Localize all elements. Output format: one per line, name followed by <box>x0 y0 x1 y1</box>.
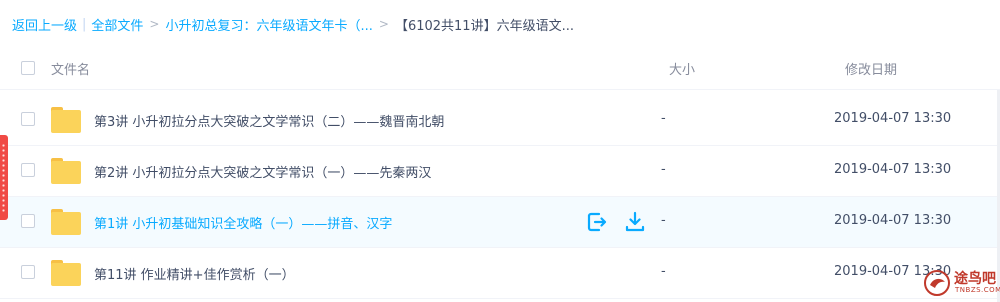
file-name[interactable]: 第11讲 作业精讲+佳作赏析（一） <box>94 264 295 283</box>
file-name[interactable]: 第2讲 小升初拉分点大突破之文学常识（一）——先秦两汉 <box>94 162 431 181</box>
table-row[interactable]: 第2讲 小升初拉分点大突破之文学常识（一）——先秦两汉 - 2019-04-07… <box>0 146 1000 197</box>
table-row[interactable]: 第1讲 小升初基础知识全攻略（一）——拼音、汉字 - 2019-04-07 13… <box>0 197 1000 248</box>
row-checkbox[interactable] <box>21 214 35 228</box>
all-files-link[interactable]: 全部文件 <box>91 15 143 34</box>
file-list: 第3讲 小升初拉分点大突破之文学常识（二）——魏晋南北朝 - 2019-04-0… <box>0 95 1000 299</box>
folder-icon <box>51 209 81 235</box>
column-header-size[interactable]: 大小 <box>669 59 695 78</box>
folder-icon <box>51 158 81 184</box>
side-feedback-tab[interactable] <box>0 135 8 220</box>
folder-icon <box>51 107 81 133</box>
file-date: 2019-04-07 13:30 <box>834 213 952 228</box>
bird-logo-icon <box>924 270 950 296</box>
file-size: - <box>661 162 666 177</box>
table-row[interactable]: 第3讲 小升初拉分点大突破之文学常识（二）——魏晋南北朝 - 2019-04-0… <box>0 95 1000 146</box>
download-icon[interactable] <box>624 211 646 233</box>
row-checkbox[interactable] <box>21 112 35 126</box>
watermark-text: 途鸟吧 <box>954 271 996 287</box>
table-row[interactable]: 第11讲 作业精讲+佳作赏析（一） - 2019-04-07 13:30 <box>0 248 1000 299</box>
file-size: - <box>661 111 666 126</box>
file-name[interactable]: 第3讲 小升初拉分点大突破之文学常识（二）——魏晋南北朝 <box>94 111 444 130</box>
column-header-date[interactable]: 修改日期 <box>845 59 897 78</box>
back-link[interactable]: 返回上一级 <box>12 15 77 34</box>
watermark: 途鸟吧 TNBZS.COM <box>922 264 1000 300</box>
folder-icon <box>51 260 81 286</box>
chevron-right-icon: > <box>149 17 160 31</box>
breadcrumb: 返回上一级 | 全部文件 > 小升初总复习：六年级语文年卡（... > 【610… <box>12 14 574 34</box>
file-size: - <box>661 213 666 228</box>
watermark-subtext: TNBZS.COM <box>955 286 1000 294</box>
file-name[interactable]: 第1讲 小升初基础知识全攻略（一）——拼音、汉字 <box>94 213 392 232</box>
file-size: - <box>661 264 666 279</box>
select-all-checkbox[interactable] <box>21 61 35 75</box>
file-date: 2019-04-07 13:30 <box>834 162 952 177</box>
table-header: 文件名 大小 修改日期 <box>0 46 1000 90</box>
row-checkbox[interactable] <box>21 163 35 177</box>
share-icon[interactable] <box>586 211 608 233</box>
parent-folder-link[interactable]: 小升初总复习：六年级语文年卡（... <box>165 15 372 34</box>
column-header-name[interactable]: 文件名 <box>51 59 90 78</box>
row-actions <box>586 211 646 233</box>
breadcrumb-separator: | <box>82 16 87 32</box>
file-date: 2019-04-07 13:30 <box>834 111 952 126</box>
row-checkbox[interactable] <box>21 265 35 279</box>
current-folder: 【6102共11讲】六年级语文... <box>394 18 574 34</box>
chevron-right-icon: > <box>378 17 389 31</box>
